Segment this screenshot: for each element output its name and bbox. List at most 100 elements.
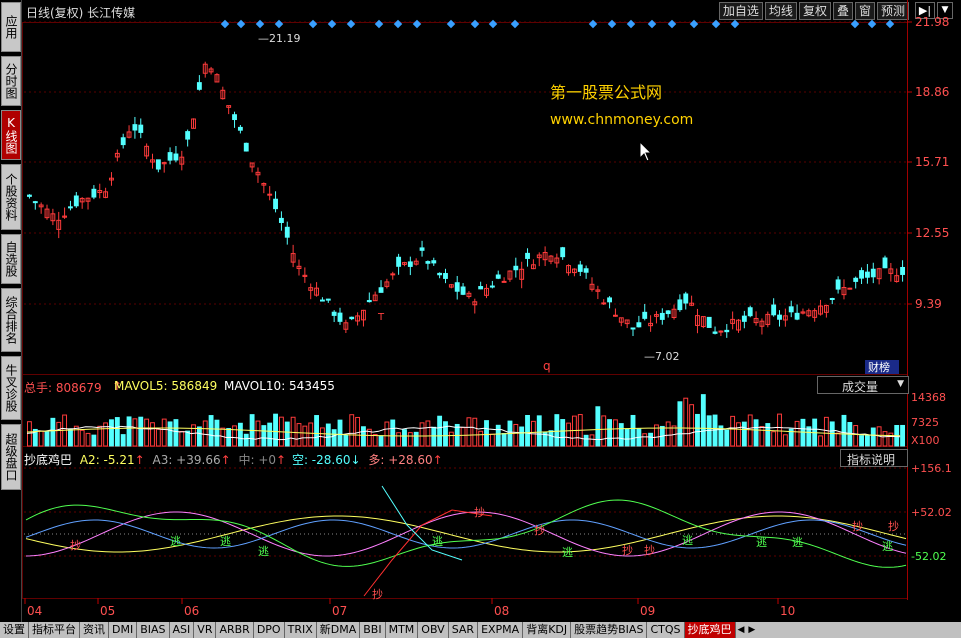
sidebar-tab-0[interactable]: 应用 (1, 2, 21, 52)
signal-diamond (470, 19, 480, 29)
candle-body (900, 266, 906, 275)
volume-bar (853, 425, 859, 447)
scroll-left-icon[interactable]: ◀ (736, 622, 747, 638)
volume-bar (44, 431, 50, 447)
signal-diamond (626, 19, 636, 29)
volume-bar (85, 432, 91, 447)
volume-bar (114, 417, 120, 447)
x-month-label: 06 (184, 604, 199, 618)
buy-signal-label: 抄 (852, 519, 863, 533)
bottom-tab-0[interactable]: 设置 (0, 622, 29, 638)
indicator-labels: 抄底鸡巴 A2: -5.21↑ A3: +39.66↑ 中: +0↑ 空: -2… (24, 451, 443, 468)
volume-bar (747, 414, 753, 447)
signal-diamond (607, 19, 617, 29)
bottom-tab-19[interactable]: 抄底鸡巴 (684, 622, 736, 638)
bottom-tab-18[interactable]: CTQS (647, 622, 685, 638)
bottom-tab-7[interactable]: ARBR (216, 622, 254, 638)
sidebar-tab-5[interactable]: 综合排名 (1, 288, 21, 352)
bottom-tab-16[interactable]: 背离KDJ (523, 622, 572, 638)
volume-bar (255, 420, 261, 447)
bottom-tab-8[interactable]: DPO (254, 622, 285, 638)
bottom-tab-6[interactable]: VR (194, 622, 217, 638)
volume-bar (484, 420, 489, 447)
candle-body (478, 286, 484, 290)
bottom-tab-4[interactable]: BIAS (137, 622, 170, 638)
volume-bar (671, 425, 677, 447)
volume-bar (460, 427, 466, 447)
sidebar-tab-1[interactable]: 分时图 (1, 56, 21, 106)
candle-body (847, 287, 853, 290)
candle-body (706, 316, 712, 328)
indicator-select-value: 成交量 (842, 380, 879, 394)
volume-bar (202, 420, 208, 447)
volume-bar (818, 435, 823, 447)
volume-bar (753, 419, 759, 447)
candle-body (489, 285, 495, 288)
volume-bar (343, 434, 349, 447)
candle-body (378, 287, 384, 293)
chart-svg[interactable]: 21.98 18.86 15.71 12.55 9.39 —21.19 —7.02 Tq 第一股… (22, 0, 961, 622)
indicator-select[interactable]: 成交量 ▼ (817, 376, 909, 394)
sidebar-tab-4[interactable]: 自选股 (1, 234, 21, 284)
bottom-tab-13[interactable]: OBV (418, 622, 449, 638)
bottom-tab-12[interactable]: MTM (386, 622, 419, 638)
escape-signal-label: 逃 (682, 534, 693, 547)
bottom-indicator-tabs: 设置 指标平台 资讯 DMI BIAS ASI VR ARBR DPO TRIX 新DMA BBI MT… (0, 622, 961, 638)
bottom-tab-14[interactable]: SAR (449, 622, 479, 638)
sidebar-tab-2[interactable]: K线图 (1, 110, 21, 160)
arrow-up-icon: ↑ (432, 453, 443, 467)
sidebar-tab-6[interactable]: 牛叉诊股 (1, 356, 21, 420)
volume-bar (132, 418, 138, 447)
x-month-label: 05 (100, 604, 115, 618)
volume-bar (513, 423, 519, 447)
candle-body (27, 194, 32, 197)
candle-body (724, 329, 730, 333)
bottom-tab-9[interactable]: TRIX (285, 622, 317, 638)
bottom-tab-11[interactable]: BBI (360, 622, 386, 638)
volume-bar (870, 427, 876, 447)
candle-body (443, 273, 448, 279)
volume-bar (595, 406, 601, 447)
candle-body (460, 286, 466, 295)
x-month-label: 09 (640, 604, 655, 618)
candle-body (794, 312, 800, 320)
indicator-tick-label: +156.1 (911, 462, 952, 475)
volume-bar (144, 418, 150, 447)
indicator-help-button[interactable]: 指标说明 (840, 449, 908, 467)
volume-bar (161, 418, 167, 447)
candle-body (337, 312, 343, 322)
candle-body (601, 302, 607, 305)
escape-signal-label: 逃 (792, 536, 803, 549)
volume-bar (120, 434, 126, 447)
volume-bar (525, 414, 530, 447)
candle-body (683, 293, 689, 304)
volume-bar (794, 420, 800, 447)
volume-bar (618, 423, 624, 447)
volume-bar (355, 416, 361, 447)
candle-body (771, 304, 777, 316)
signal-diamond (393, 19, 403, 29)
x-month-label: 10 (780, 604, 795, 618)
bottom-tab-15[interactable]: EXPMA (478, 622, 524, 638)
sidebar-tab-7[interactable]: 超级盘口 (1, 424, 21, 490)
volume-bar (431, 426, 437, 447)
bottom-tab-1[interactable]: 指标平台 (29, 622, 80, 638)
bottom-tab-10[interactable]: 新DMA (317, 622, 361, 638)
indicator-panel-frame (22, 446, 908, 599)
candle-body (495, 274, 501, 279)
bottom-tab-5[interactable]: ASI (170, 622, 195, 638)
bottom-tab-17[interactable]: 股票趋势BIAS (571, 622, 648, 638)
candle-body (659, 312, 665, 320)
indicator-spike-line (381, 485, 463, 561)
indicator-duo: 多: +28.60 (368, 453, 433, 467)
bottom-tab-2[interactable]: 资讯 (80, 622, 109, 638)
volume-ma10-label: MAVOL10: 543455 (224, 379, 335, 393)
bottom-tab-3[interactable]: DMI (109, 622, 138, 638)
candle-body (120, 137, 126, 146)
scroll-right-icon[interactable]: ▶ (746, 622, 757, 638)
candle-body (419, 247, 425, 251)
volume-bar (243, 433, 249, 447)
sidebar-tab-3[interactable]: 个股资料 (1, 164, 21, 230)
candle-body (407, 261, 413, 267)
escape-signal-label: 逃 (882, 540, 893, 553)
